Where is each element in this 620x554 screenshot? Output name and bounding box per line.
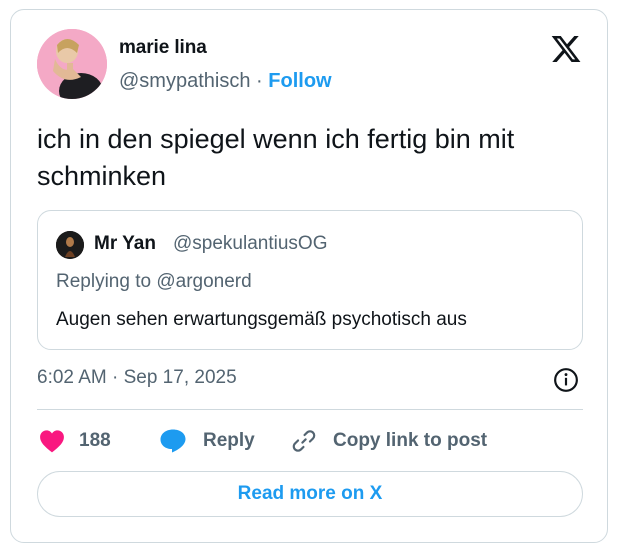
read-more-button[interactable]: Read more on X: [37, 471, 583, 517]
author-handle[interactable]: @smypathisch: [119, 70, 250, 92]
quoted-replying-to: Replying to @argonerd: [56, 271, 252, 292]
quoted-author-name: Mr Yan: [94, 233, 156, 254]
reply-bubble-icon: [160, 429, 186, 453]
info-icon[interactable]: [553, 367, 579, 393]
copy-link-button[interactable]: Copy link to post: [291, 426, 487, 456]
post-text: ich in den spiegel wenn ich fertig bin m…: [37, 124, 515, 191]
quoted-author-avatar: [56, 231, 84, 259]
post-timestamp[interactable]: 6:02 AM · Sep 17, 2025: [37, 367, 237, 389]
author-avatar[interactable]: [37, 29, 107, 99]
quoted-post[interactable]: Mr Yan @spekulantiusOG Replying to @argo…: [37, 210, 583, 350]
author-handle-row: @smypathisch · Follow: [119, 70, 332, 93]
reply-button[interactable]: Reply: [159, 426, 255, 456]
read-more-label: Read more on X: [237, 483, 383, 504]
link-icon: [292, 430, 316, 452]
follow-button[interactable]: Follow: [268, 70, 331, 92]
copy-link-label: Copy link to post: [333, 430, 488, 451]
like-button[interactable]: 188: [39, 426, 111, 456]
author-name[interactable]: marie lina: [119, 37, 207, 59]
quoted-author-handle: @spekulantiusOG: [173, 233, 328, 254]
quoted-post-text: Augen sehen erwartungsgemäß psychotisch …: [56, 309, 467, 330]
embedded-post-card: marie lina @smypathisch · Follow ich in …: [10, 9, 608, 543]
heart-icon: [40, 430, 64, 453]
x-logo-icon[interactable]: [549, 33, 583, 65]
reply-label: Reply: [203, 430, 255, 451]
separator-dot: ·: [256, 70, 263, 92]
like-count: 188: [79, 430, 111, 451]
divider: [37, 409, 583, 410]
